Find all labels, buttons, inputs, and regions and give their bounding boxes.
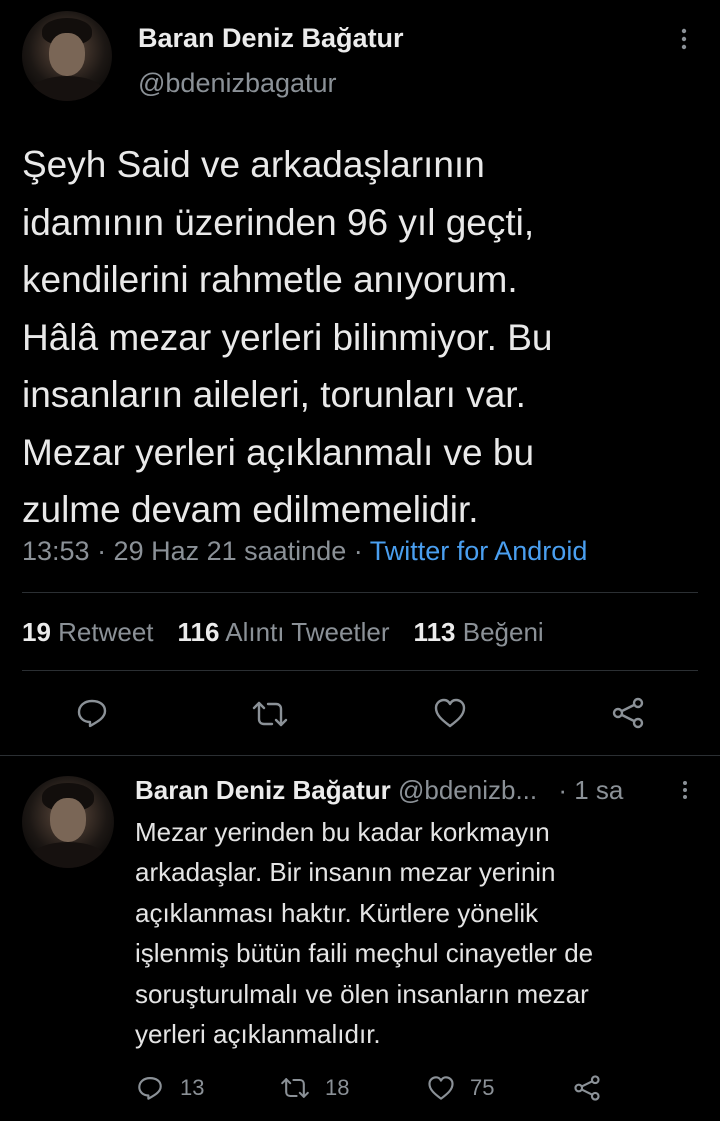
- reply-text-line: açıklanması haktır. Kürtlere yönelik: [135, 897, 539, 928]
- reply-text-line: Mezar yerinden bu kadar korkmayın: [135, 817, 550, 847]
- reply-avatar[interactable]: [22, 776, 114, 868]
- tweet-text-line: kendilerini rahmetle anıyorum.: [22, 259, 518, 300]
- reply-text-line: işlenmiş bütün faili meçhul cinayetler d…: [135, 938, 594, 969]
- retweet-icon[interactable]: [250, 697, 290, 731]
- tweet-text-line: Mezar yerleri açıklanmalı ve bu: [22, 431, 535, 473]
- tweet-meta: 13:53 · 29 Haz 21 saatinde · Twitter for…: [22, 532, 587, 570]
- reply-text-line: soruşturulmalı ve ölen insanların mezar: [135, 978, 589, 1009]
- divider: [22, 592, 698, 593]
- like-label: Beğeni: [455, 617, 544, 647]
- more-options-icon[interactable]: [676, 26, 692, 54]
- reply-count: 13: [180, 1075, 205, 1100]
- avatar[interactable]: [22, 11, 112, 101]
- reply-action-like[interactable]: 75: [426, 1074, 494, 1102]
- retweet-label: Retweet: [50, 617, 154, 647]
- retweet-count: 18: [325, 1075, 350, 1100]
- reply-author-handle[interactable]: @bdenizb...: [398, 775, 537, 805]
- tweet-text-line: idamının üzerinden 96 yıl geçti,: [22, 201, 535, 243]
- retweet-icon: [279, 1074, 311, 1102]
- section-divider: [0, 755, 720, 756]
- reply-icon: [136, 1074, 164, 1102]
- like-count: 75: [470, 1075, 495, 1100]
- tweet-text-line: zulme devam edilmemelidir.: [22, 489, 479, 530]
- tweet-text-line: insanların aileleri, torunları var.: [22, 374, 526, 415]
- reply-text: Mezar yerinden bu kadar korkmayın arkada…: [135, 812, 710, 1054]
- reply-time[interactable]: · 1 sa: [558, 775, 623, 805]
- author-name[interactable]: Baran Deniz Bağatur: [138, 20, 404, 56]
- reply-icon[interactable]: [75, 696, 109, 730]
- tweet-text: Şeyh Said ve arkadaşlarının idamının üze…: [22, 136, 712, 539]
- source-link[interactable]: Twitter for Android: [370, 536, 588, 566]
- reply-action-reply[interactable]: 13: [136, 1074, 204, 1102]
- reply-author-name[interactable]: Baran Deniz Bağatur: [135, 775, 391, 805]
- quote-count: 116: [177, 617, 220, 647]
- like-count: 113: [413, 617, 456, 647]
- reply-more-options-icon[interactable]: [678, 778, 692, 804]
- reply-text-line: arkadaşlar. Bir insanın mezar yerinin: [135, 857, 556, 888]
- reply-header: Baran Deniz Bağatur @bdenizb... · 1 sa: [135, 771, 623, 809]
- author-handle[interactable]: @bdenizbagatur: [138, 66, 337, 100]
- like-icon[interactable]: [432, 696, 468, 730]
- like-stat[interactable]: 113 Beğeni: [414, 617, 544, 647]
- tweet-text-line: Şeyh Said ve arkadaşlarının: [22, 144, 485, 185]
- quote-label: Alıntı Tweetler: [219, 617, 390, 647]
- tweet-stats: 19 Retweet 116 Alıntı Tweetler 113 Beğeni: [22, 613, 544, 651]
- retweet-stat[interactable]: 19 Retweet: [22, 617, 154, 647]
- reply-action-retweet[interactable]: 18: [279, 1074, 349, 1102]
- timestamp[interactable]: 13:53 · 29 Haz 21 saatinde ·: [22, 536, 370, 566]
- share-icon[interactable]: [610, 696, 646, 730]
- tweet-text-line: Hâlâ mezar yerleri bilinmiyor. Bu: [22, 316, 553, 358]
- reply-text-line: yerleri açıklanmalıdır.: [135, 1019, 381, 1050]
- retweet-count: 19: [22, 617, 51, 647]
- quote-stat[interactable]: 116 Alıntı Tweetler: [178, 617, 390, 647]
- like-icon: [426, 1074, 456, 1102]
- divider: [22, 670, 698, 671]
- share-icon[interactable]: [572, 1074, 602, 1102]
